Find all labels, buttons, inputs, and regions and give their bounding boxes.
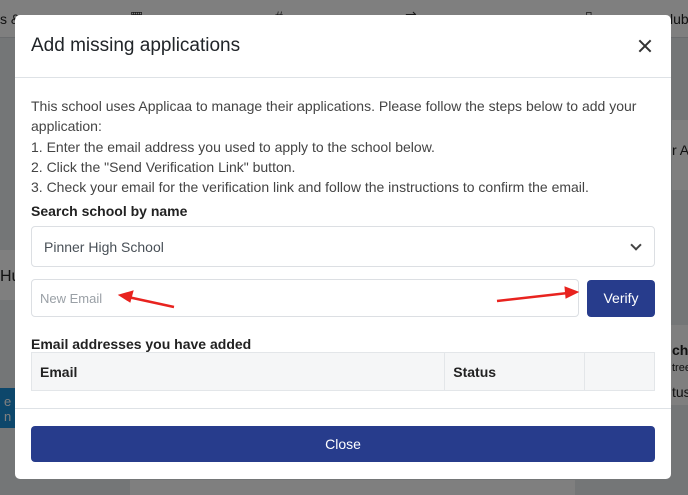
school-select-value: Pinner High School xyxy=(44,238,164,255)
add-applications-modal: Add missing applications This school use… xyxy=(15,15,671,479)
table-header-row: Email Status xyxy=(30,352,655,392)
added-emails-label: Email addresses you have added xyxy=(31,336,252,353)
email-row: Verify xyxy=(31,279,655,318)
column-email: Email xyxy=(30,352,446,392)
chevron-down-icon xyxy=(630,239,642,251)
verify-button[interactable]: Verify xyxy=(587,279,655,317)
modal-title: Add missing applications xyxy=(31,35,241,56)
intro-line-4: 3. Check your email for the verification… xyxy=(31,179,589,196)
intro-line-1: This school uses Applicaa to manage thei… xyxy=(31,98,637,135)
column-status: Status xyxy=(444,352,586,392)
modal-body: This school uses Applicaa to manage thei… xyxy=(15,78,671,392)
added-emails-table: Email Status xyxy=(30,352,655,392)
search-school-label: Search school by name xyxy=(31,203,188,220)
intro-line-3: 2. Click the "Send Verification Link" bu… xyxy=(31,158,296,175)
close-icon[interactable] xyxy=(635,36,655,56)
modal-header: Add missing applications xyxy=(15,15,671,78)
intro-text: This school uses Applicaa to manage thei… xyxy=(31,96,655,197)
close-button[interactable]: Close xyxy=(31,426,655,462)
new-email-input[interactable] xyxy=(31,279,579,318)
intro-line-2: 1. Enter the email address you used to a… xyxy=(31,138,435,155)
column-actions xyxy=(584,352,655,392)
modal-footer: Close xyxy=(15,408,671,479)
school-select[interactable]: Pinner High School xyxy=(31,226,655,268)
